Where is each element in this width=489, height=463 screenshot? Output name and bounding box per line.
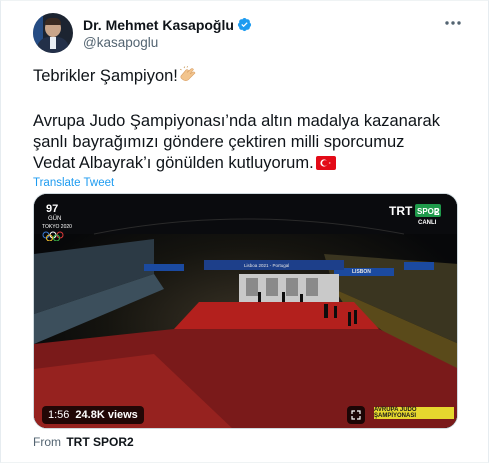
avatar[interactable] — [33, 13, 73, 53]
countdown-number: 97 — [46, 203, 59, 215]
tweet-text-line-3: şanlı bayrağımızı göndere çektiren milli… — [33, 133, 405, 151]
olympic-rings-icon — [42, 231, 64, 241]
tokyo-label: TOKYO 2020 — [42, 224, 72, 230]
video-frame — [34, 194, 457, 428]
tweet-text-line-4: Vedat Albayrak’ı gönülden kutluyorum. — [33, 153, 336, 175]
arena-banner-text: Lisboa 2021 - Portugal — [244, 263, 290, 268]
tweet-text-line-2: Avrupa Judo Şampiyonası’nda altın madaly… — [33, 112, 440, 130]
broadcast-banner: AVRUPA JUDO ŞAMPİYONASI — [374, 407, 454, 419]
author-handle[interactable]: @kasapoglu — [83, 35, 252, 50]
author-block: Dr. Mehmet Kasapoğlu @kasapoglu — [83, 17, 252, 50]
countdown-label: GÜN — [48, 216, 62, 222]
translate-tweet-link[interactable]: Translate Tweet — [33, 177, 114, 189]
tweet-header: Dr. Mehmet Kasapoğlu @kasapoglu — [33, 13, 252, 53]
arena-sign-text: LISBON — [352, 269, 371, 275]
video-info-pill: 1:56 24.8K views — [42, 406, 144, 424]
source-name[interactable]: TRT SPOR2 — [66, 435, 133, 449]
video-duration: 1:56 — [48, 409, 70, 421]
source-prefix: From — [33, 435, 61, 449]
trt-spor2-logo-icon: TRT SPOR 2 — [389, 204, 441, 218]
clapping-hands-icon — [178, 66, 198, 87]
more-options-icon[interactable] — [442, 13, 464, 33]
turkey-flag-icon — [315, 155, 336, 175]
svg-text:2: 2 — [434, 207, 440, 218]
tweet-card[interactable]: Dr. Mehmet Kasapoğlu @kasapoglu Tebrikle… — [0, 0, 489, 463]
video-source: From TRT SPOR2 — [33, 435, 134, 449]
live-label: CANLI — [418, 220, 437, 226]
video-views: 24.8K views — [75, 409, 138, 421]
verified-badge-icon — [237, 17, 251, 32]
tweet-text-line-1: Tebrikler Şampiyon! — [33, 66, 198, 87]
svg-text:TRT: TRT — [389, 204, 413, 218]
expand-video-icon[interactable] — [347, 406, 365, 424]
video-player[interactable]: 97 GÜN TOKYO 2020 TRT SPOR 2 CANLI Lisbo… — [33, 193, 458, 429]
author-name[interactable]: Dr. Mehmet Kasapoğlu — [83, 17, 234, 33]
